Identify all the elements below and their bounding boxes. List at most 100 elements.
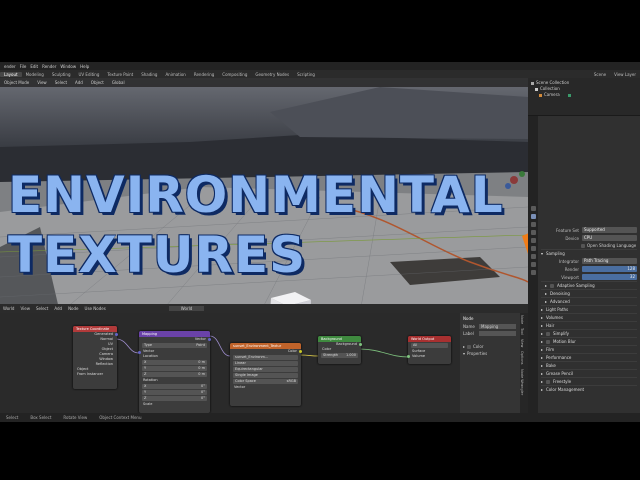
menu-edit[interactable]: Edit bbox=[30, 64, 38, 69]
world-datablock-field[interactable]: World bbox=[168, 306, 205, 311]
viewport-menu-add[interactable]: Add bbox=[71, 80, 87, 85]
tab-uv-editing[interactable]: UV Editing bbox=[75, 72, 104, 77]
outliner-row[interactable]: Camera bbox=[531, 92, 637, 98]
tab-tool[interactable]: Tool bbox=[520, 324, 524, 335]
transform-orientation-dropdown[interactable]: Global bbox=[108, 80, 129, 85]
feature-set-dropdown[interactable]: Supported bbox=[582, 227, 637, 233]
projection-dropdown[interactable]: Equirectangular bbox=[233, 367, 298, 372]
osl-checkbox[interactable]: Open Shading Language bbox=[541, 242, 637, 249]
advanced-header[interactable]: ▸ Advanced bbox=[541, 297, 637, 305]
panel-header[interactable]: ▸ Volumes bbox=[541, 313, 637, 321]
rotation-y-field[interactable]: Y 0° bbox=[142, 390, 207, 395]
tab-view[interactable]: View bbox=[520, 335, 524, 347]
node-name-field[interactable]: Mapping bbox=[479, 324, 516, 329]
socket-icon[interactable] bbox=[299, 350, 302, 353]
tab-shading[interactable]: Shading bbox=[137, 72, 161, 77]
menu-render[interactable]: Render bbox=[42, 64, 56, 69]
panel-header[interactable]: ▸ Grease Pencil bbox=[541, 369, 637, 377]
node-label-field[interactable] bbox=[479, 331, 516, 336]
node-menu-select[interactable]: Select bbox=[33, 306, 51, 311]
socket-icon[interactable] bbox=[208, 338, 211, 341]
panel-header[interactable]: ▸ Hair bbox=[541, 321, 637, 329]
tab-layout[interactable]: Layout bbox=[0, 71, 22, 77]
color-panel-header[interactable]: ▸ Color bbox=[463, 343, 525, 350]
tab-scripting[interactable]: Scripting bbox=[293, 72, 319, 77]
menu-help[interactable]: Help bbox=[80, 64, 89, 69]
output-tab-icon[interactable] bbox=[530, 222, 536, 227]
environment-texture-node[interactable]: sunset_Environment_Textur Color sunset_E… bbox=[230, 343, 302, 406]
tab-animation[interactable]: Animation bbox=[161, 72, 189, 77]
panel-header[interactable]: ▸ Light Paths bbox=[541, 305, 637, 313]
node-section-header[interactable]: Node bbox=[463, 316, 525, 323]
menu-file[interactable]: File bbox=[20, 64, 27, 69]
tab-options[interactable]: Options bbox=[520, 347, 524, 365]
object-tab-icon[interactable] bbox=[530, 254, 536, 259]
texture-coordinate-node[interactable]: Texture Coordinate Generated Normal UV O… bbox=[73, 326, 118, 389]
render-samples-field[interactable]: 128 bbox=[582, 266, 637, 272]
node-menu-add[interactable]: Add bbox=[51, 306, 65, 311]
color-space-dropdown[interactable]: Color Space sRGB bbox=[233, 379, 298, 384]
panel-header[interactable]: ▸ Motion Blur bbox=[541, 337, 637, 345]
viewport-samples-field[interactable]: 32 bbox=[582, 274, 637, 280]
integrator-dropdown[interactable]: Path Tracing bbox=[582, 258, 637, 264]
world-output-node[interactable]: World Output All Surface Volume bbox=[407, 336, 451, 364]
tab-compositing[interactable]: Compositing bbox=[218, 72, 251, 77]
menu-window[interactable]: Window bbox=[60, 64, 76, 69]
background-node[interactable]: Background Background Color Strength 1.00… bbox=[318, 336, 362, 364]
from-instancer-checkbox[interactable]: From Instancer bbox=[73, 372, 117, 377]
properties-panel-header[interactable]: ▾ Properties bbox=[463, 350, 525, 357]
material-tab-icon[interactable] bbox=[530, 270, 536, 275]
mapping-node[interactable]: Mapping Vector Type Point Vector Location… bbox=[138, 331, 211, 413]
rotation-z-field[interactable]: Z 0° bbox=[142, 396, 207, 401]
checkbox-icon[interactable] bbox=[546, 331, 551, 336]
device-dropdown[interactable]: CPU bbox=[582, 235, 637, 241]
socket-icon[interactable] bbox=[138, 351, 141, 354]
target-dropdown[interactable]: All bbox=[411, 343, 448, 348]
editor-type-dropdown[interactable]: World bbox=[0, 306, 17, 311]
view-layer-tab-icon[interactable] bbox=[530, 230, 536, 235]
checkbox-icon[interactable] bbox=[546, 379, 551, 384]
denoising-header[interactable]: ▸ Denoising bbox=[541, 289, 637, 297]
view-layer-selector[interactable]: View Layer bbox=[610, 72, 640, 77]
location-z-field[interactable]: Z0 m bbox=[142, 372, 207, 377]
tab-node-wrangler[interactable]: Node Wrangler bbox=[520, 365, 524, 395]
checkbox-icon[interactable] bbox=[546, 339, 551, 344]
panel-header[interactable]: ▸ Color Management bbox=[541, 385, 637, 393]
panel-header[interactable]: ▸ Freestyle bbox=[541, 377, 637, 385]
panel-header[interactable]: ▸ Performance bbox=[541, 353, 637, 361]
modifier-tab-icon[interactable] bbox=[530, 262, 536, 267]
node-editor-canvas[interactable]: Texture Coordinate Generated Normal UV O… bbox=[0, 313, 460, 413]
tab-geometry-nodes[interactable]: Geometry Nodes bbox=[251, 72, 293, 77]
socket-icon[interactable] bbox=[115, 333, 118, 336]
panel-header[interactable]: ▸ Bake bbox=[541, 361, 637, 369]
source-dropdown[interactable]: Single Image bbox=[233, 373, 298, 378]
world-tab-icon[interactable] bbox=[530, 246, 536, 251]
3d-viewport[interactable]: Object Mode View Select Add Object Globa… bbox=[0, 78, 528, 304]
checkbox-icon[interactable] bbox=[467, 344, 472, 349]
adaptive-sampling-header[interactable]: ▸ Adaptive Sampling bbox=[541, 281, 637, 289]
rotation-x-field[interactable]: X 0° bbox=[142, 384, 207, 389]
panel-header[interactable]: ▸ Film bbox=[541, 345, 637, 353]
sampling-panel-header[interactable]: ▾ Sampling bbox=[541, 249, 637, 257]
strength-field[interactable]: Strength 1.000 bbox=[321, 353, 358, 358]
scene-selector[interactable]: Scene bbox=[590, 72, 610, 77]
location-x-field[interactable]: X0 m bbox=[142, 360, 207, 365]
tab-modeling[interactable]: Modeling bbox=[22, 72, 48, 77]
socket-icon[interactable] bbox=[359, 343, 362, 346]
image-datablock-field[interactable]: sunset_Environm... bbox=[233, 355, 298, 360]
panel-header[interactable]: ▸ Simplify bbox=[541, 329, 637, 337]
checkbox-icon[interactable] bbox=[550, 283, 555, 288]
tool-tab-icon[interactable] bbox=[530, 206, 536, 211]
scene-tab-icon[interactable] bbox=[530, 238, 536, 243]
socket-icon[interactable] bbox=[407, 355, 410, 358]
node-menu-node[interactable]: Node bbox=[65, 306, 81, 311]
location-y-field[interactable]: Y0 m bbox=[142, 366, 207, 371]
mapping-type-dropdown[interactable]: Type Point bbox=[142, 343, 207, 348]
use-nodes-checkbox[interactable]: Use Nodes bbox=[82, 306, 109, 311]
mode-dropdown[interactable]: Object Mode bbox=[0, 80, 33, 85]
viewport-menu-object[interactable]: Object bbox=[87, 80, 108, 85]
interpolation-dropdown[interactable]: Linear bbox=[233, 361, 298, 366]
viewport-menu-select[interactable]: Select bbox=[51, 80, 71, 85]
default-cube[interactable] bbox=[263, 288, 317, 304]
tab-rendering[interactable]: Rendering bbox=[190, 72, 218, 77]
